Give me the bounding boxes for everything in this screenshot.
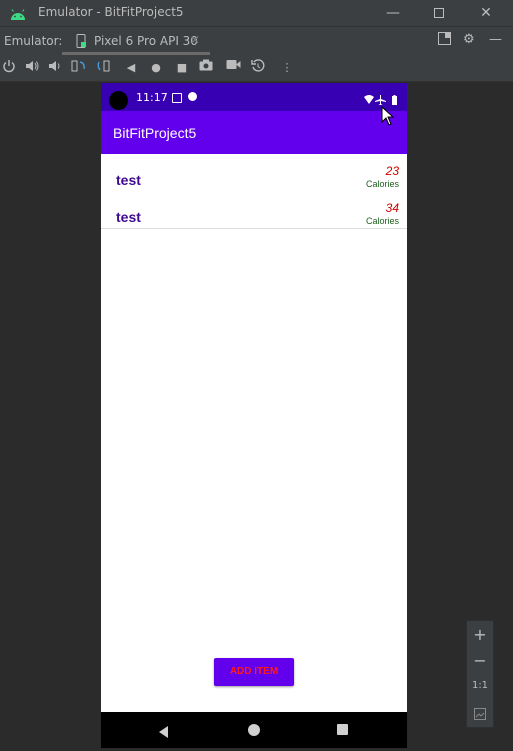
nav-recents-icon[interactable] <box>337 724 348 735</box>
minimize-button[interactable]: — <box>382 3 404 23</box>
camera-icon[interactable] <box>199 59 217 77</box>
notification-icon <box>172 93 182 103</box>
nav-home-icon[interactable] <box>248 724 260 736</box>
zoom-actual-size-button[interactable]: 1:1 <box>467 680 493 691</box>
airplane-icon <box>375 95 386 105</box>
sync-icon <box>188 92 197 101</box>
close-tab-icon[interactable]: ✕ <box>190 33 200 47</box>
screen-record-icon[interactable] <box>226 59 244 77</box>
tab-pixel-6-pro[interactable]: Pixel 6 Pro API 30 ✕ <box>62 27 210 55</box>
back-icon[interactable]: ◀ <box>122 59 140 77</box>
volume-down-icon[interactable] <box>48 59 66 77</box>
close-window-button[interactable]: ✕ <box>475 3 497 23</box>
zoom-in-button[interactable]: + <box>467 625 493 644</box>
item-calories: 34 <box>385 201 399 215</box>
emulator-label: Emulator: <box>4 34 63 48</box>
food-list: test 23 Calories test 34 Calories <box>101 154 407 228</box>
battery-icon <box>392 96 397 105</box>
zoom-controls: + − 1:1 <box>466 620 494 728</box>
navigation-bar <box>101 712 407 748</box>
item-calories-unit: Calories <box>365 216 399 226</box>
emulator-tabbar: Emulator: Pixel 6 Pro API 30 ✕ ⚙ — <box>0 26 513 55</box>
more-options-icon[interactable]: ⋮ <box>278 59 296 77</box>
list-divider <box>101 228 407 229</box>
emulator-toolbar: ◀ ● ■ ⋮ <box>0 55 513 82</box>
device-screen[interactable]: 11:17 BitFitProject5 test 23 Calories te… <box>101 83 407 748</box>
item-calories-unit: Calories <box>365 179 399 189</box>
volume-up-icon[interactable] <box>25 59 43 77</box>
maximize-button[interactable] <box>428 3 450 23</box>
item-name: test <box>116 209 141 225</box>
status-bar: 11:17 <box>101 83 407 111</box>
status-time: 11:17 <box>136 91 168 104</box>
zoom-fit-button[interactable] <box>467 705 493 724</box>
power-icon[interactable] <box>2 59 20 77</box>
device-icon <box>76 33 86 52</box>
hide-panel-icon[interactable]: — <box>489 32 502 47</box>
nav-back-icon[interactable] <box>159 723 169 742</box>
settings-icon[interactable]: ⚙ <box>463 32 475 47</box>
window-mode-icon[interactable] <box>438 32 451 49</box>
zoom-out-button[interactable]: − <box>467 651 493 670</box>
add-item-button[interactable]: ADD ITEM <box>214 658 294 686</box>
snapshot-icon[interactable] <box>251 59 269 77</box>
android-icon <box>10 6 26 25</box>
overview-icon[interactable]: ■ <box>173 59 191 77</box>
list-item[interactable]: test 34 Calories <box>101 191 407 228</box>
tab-label: Pixel 6 Pro API 30 <box>94 34 198 48</box>
camera-cutout <box>109 91 128 110</box>
item-name: test <box>116 172 141 188</box>
window-title: Emulator - BitFitProject5 <box>38 5 184 19</box>
app-title: BitFitProject5 <box>113 125 197 141</box>
wifi-icon <box>364 95 374 104</box>
rotate-right-icon[interactable] <box>96 59 114 77</box>
item-calories: 23 <box>385 164 399 178</box>
app-bar: BitFitProject5 <box>101 111 407 154</box>
list-item[interactable]: test 23 Calories <box>101 154 407 191</box>
mouse-cursor-icon <box>381 105 395 130</box>
home-icon[interactable]: ● <box>147 59 165 77</box>
window-titlebar: Emulator - BitFitProject5 — ✕ <box>0 0 513 26</box>
rotate-left-icon[interactable] <box>71 59 89 77</box>
